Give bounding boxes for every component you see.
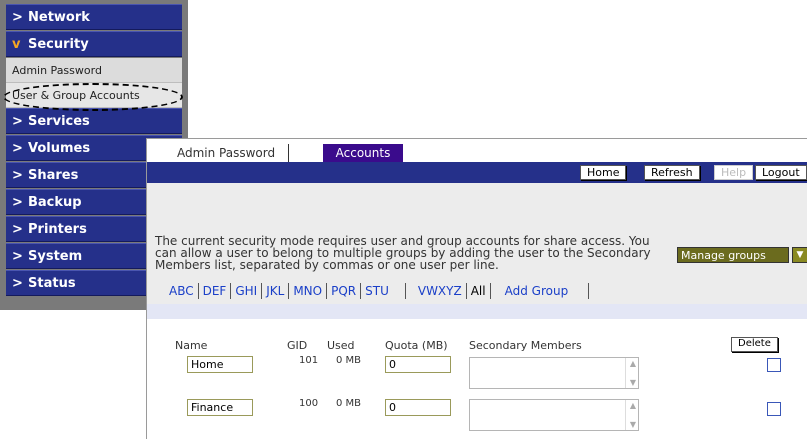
chevron-right-icon: > [12,249,23,264]
chevron-right-icon: > [12,114,23,129]
sidebar-item-label: Backup [28,195,82,210]
toolbar: Home Refresh Help Logout [147,162,807,183]
col-header-gid: GID [287,339,308,352]
help-button[interactable]: Help [714,165,754,180]
filter-pqr[interactable]: PQR [327,283,362,299]
sidebar-item-label: System [28,249,83,264]
sidebar-sub-user-group-accounts[interactable]: User & Group Accounts [3,83,183,111]
tab-admin-password[interactable]: Admin Password [155,144,289,162]
filter-all[interactable]: All [467,283,491,299]
sidebar-item-label: Services [28,114,90,129]
used-value: 0 MB [336,355,362,366]
sidebar-item-label: Printers [28,222,87,237]
groups-table: Name GID Used Quota (MB) Secondary Membe… [147,319,807,439]
textarea-scrollbar[interactable]: ▲ ▼ [625,400,638,430]
tab-accounts[interactable]: Accounts [323,144,403,162]
sidebar-item-label: Shares [28,168,79,183]
scroll-down-icon[interactable]: ▼ [630,378,636,387]
filter-abc[interactable]: ABC [165,283,199,299]
chevron-right-icon: > [12,141,23,156]
chevron-right-icon: > [12,168,23,183]
accounts-panel: Admin Password Accounts Home Refresh Hel… [146,138,807,439]
sidebar-item-security[interactable]: v Security [6,31,182,57]
security-mode-description: The current security mode requires user … [155,234,651,272]
col-header-secondary-members: Secondary Members [469,339,582,352]
filter-mno[interactable]: MNO [289,283,328,299]
chevron-right-icon: > [12,195,23,210]
col-header-name: Name [175,339,208,352]
scroll-up-icon[interactable]: ▲ [630,359,636,368]
quota-field[interactable]: 0 [385,399,451,416]
filter-def[interactable]: DEF [199,283,232,299]
home-button[interactable]: Home [580,165,627,180]
delete-button[interactable]: Delete [731,337,778,352]
delete-checkbox[interactable] [767,402,781,416]
filter-ghi[interactable]: GHI [231,283,263,299]
group-name-field[interactable]: Finance [187,399,253,416]
table-top-strip [147,304,807,319]
col-header-used: Used [327,339,355,352]
sidebar-item-services[interactable]: > Services [6,108,182,134]
scroll-down-icon[interactable]: ▼ [630,420,636,429]
gid-value: 101 [299,355,319,366]
col-header-quota: Quota (MB) [385,339,448,352]
sidebar-item-network[interactable]: > Network [6,4,182,30]
tab-bar: Admin Password Accounts [147,139,807,162]
sidebar-item-label: Volumes [28,141,91,156]
manage-groups-select[interactable]: Manage groups [677,247,789,263]
sidebar-sub-label: Admin Password [12,64,102,77]
refresh-button[interactable]: Refresh [644,165,700,180]
filter-jkl[interactable]: JKL [262,283,290,299]
dashed-highlight-ellipse [3,83,183,111]
chevron-right-icon: > [12,276,23,291]
group-name-field[interactable]: Home [187,356,253,373]
chevron-right-icon: > [12,222,23,237]
sidebar-sub-admin-password[interactable]: Admin Password [6,58,182,83]
filter-vwxyz[interactable]: VWXYZ [406,283,467,299]
delete-checkbox[interactable] [767,358,781,372]
sidebar-item-label: Status [28,276,76,291]
logout-button[interactable]: Logout [755,165,807,180]
scroll-up-icon[interactable]: ▲ [630,401,636,410]
sidebar-item-label: Security [28,37,89,52]
gid-value: 100 [299,398,319,409]
quota-field[interactable]: 0 [385,356,451,373]
filter-stu[interactable]: STU [361,283,406,299]
letter-filter-bar: ABC DEF GHI JKL MNO PQR STU VWXYZ All Add Group [165,283,590,299]
secondary-members-textarea[interactable]: ▲ ▼ [469,357,639,389]
chevron-right-icon: > [12,10,23,25]
used-value: 0 MB [336,398,362,409]
dropdown-arrow-icon[interactable]: ▼ [792,247,807,263]
sidebar-item-label: Network [28,10,90,25]
textarea-scrollbar[interactable]: ▲ ▼ [625,358,638,388]
secondary-members-textarea[interactable]: ▲ ▼ [469,399,639,431]
add-group-link[interactable]: Add Group [491,283,590,299]
chevron-down-icon: v [12,37,21,52]
